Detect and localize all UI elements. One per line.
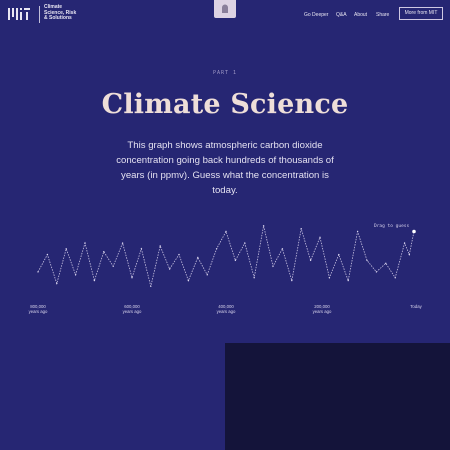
co2-data-point (178, 253, 180, 256)
page-title: Climate Science (101, 89, 349, 120)
co2-data-point (112, 265, 114, 267)
co2-data-point (84, 242, 86, 244)
co2-data-point (347, 279, 349, 282)
guess-drag-handle[interactable] (412, 229, 416, 234)
co2-series-line (37, 225, 415, 287)
co2-data-point (131, 277, 133, 279)
co2-data-point (65, 248, 67, 250)
co2-data-point (74, 274, 77, 276)
co2-data-point (253, 277, 255, 279)
co2-data-point (121, 242, 124, 244)
x-tick-200k: 200,000 years ago (312, 304, 332, 314)
co2-data-point (385, 262, 387, 264)
x-tick-600k: 600,000 years ago (122, 304, 142, 314)
co2-data-point (281, 248, 284, 250)
co2-data-point (309, 259, 312, 262)
co2-data-point (328, 277, 331, 279)
co2-data-point (168, 268, 171, 270)
co2-data-point (103, 251, 105, 253)
co2-data-point (375, 271, 378, 273)
brand-divider (39, 6, 40, 23)
page-description: This graph shows atmospheric carbon diox… (116, 140, 334, 196)
co2-data-point (408, 253, 410, 256)
co2-data-point (37, 271, 39, 273)
nav-about[interactable]: About (354, 12, 367, 18)
drag-to-guess-hint: Drag to guess (374, 224, 410, 229)
co2-data-point (262, 225, 265, 227)
co2-data-point (366, 259, 368, 262)
co2-data-point (272, 265, 274, 267)
co2-data-point (319, 236, 321, 238)
co2-data-point (140, 248, 143, 250)
co2-data-point (394, 277, 396, 279)
x-tick-800k: 800,000 years ago (28, 304, 48, 314)
co2-data-point (206, 274, 208, 276)
co2-data-point (291, 279, 293, 282)
co2-data-point (356, 230, 359, 233)
nav-qa[interactable]: Q&A (336, 12, 347, 18)
home-button[interactable] (214, 0, 236, 18)
co2-data-point (56, 282, 58, 285)
nav-go-deeper[interactable]: Go Deeper (304, 12, 328, 18)
co2-data-point (225, 230, 227, 233)
co2-data-point (159, 245, 161, 247)
co2-data-point (150, 285, 152, 287)
co2-data-point (338, 253, 340, 256)
more-from-mit-button[interactable]: More from MIT (399, 7, 443, 20)
co2-data-point (197, 256, 199, 259)
site-header: Climate Science, Risk & Solutions Go Dee… (0, 0, 450, 30)
co2-data-point (244, 242, 246, 244)
co2-data-point (93, 279, 96, 282)
co2-data-point (46, 253, 49, 256)
x-tick-400k: 400,000 years ago (216, 304, 236, 314)
nav-share[interactable]: Share (376, 12, 389, 18)
brand-title[interactable]: Climate Science, Risk & Solutions (44, 4, 76, 22)
co2-data-point (234, 259, 237, 262)
home-icon (222, 4, 228, 13)
section-eyebrow: PART 1 (212, 70, 238, 76)
co2-data-point (187, 279, 190, 282)
co2-data-point (403, 242, 406, 244)
co2-data-point (300, 228, 302, 230)
x-tick-today: Today (410, 304, 422, 309)
co2-data-point (215, 248, 218, 250)
dark-overlay-panel (225, 343, 450, 450)
mit-logo[interactable] (8, 8, 30, 20)
